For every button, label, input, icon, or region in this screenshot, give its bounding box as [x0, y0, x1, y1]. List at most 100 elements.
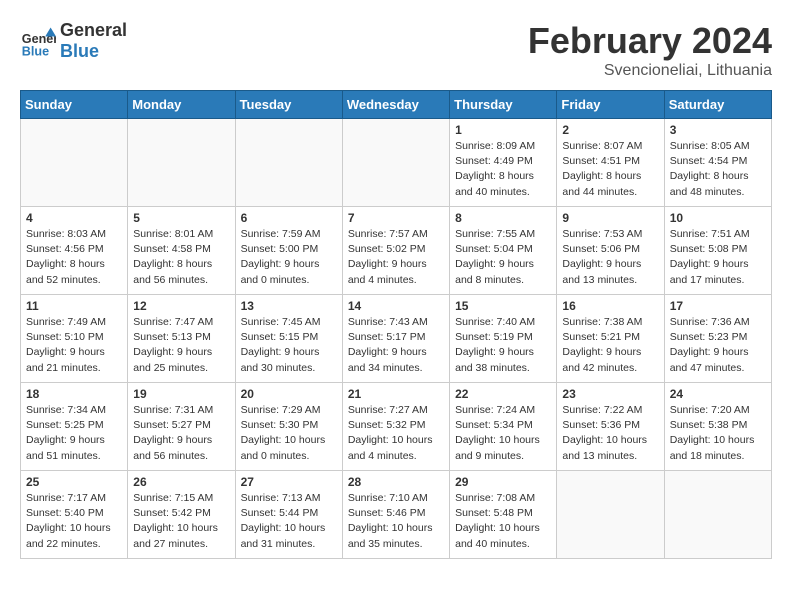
- calendar-cell: [557, 471, 664, 559]
- title-area: February 2024 Svencioneliai, Lithuania: [528, 20, 772, 80]
- day-info: Sunrise: 7:59 AM Sunset: 5:00 PM Dayligh…: [241, 227, 337, 288]
- calendar-cell: 18 Sunrise: 7:34 AM Sunset: 5:25 PM Dayli…: [21, 383, 128, 471]
- logo-icon: General Blue: [20, 23, 56, 59]
- calendar-cell: 13 Sunrise: 7:45 AM Sunset: 5:15 PM Dayli…: [235, 295, 342, 383]
- day-info: Sunrise: 7:38 AM Sunset: 5:21 PM Dayligh…: [562, 315, 658, 376]
- day-info: Sunrise: 7:13 AM Sunset: 5:44 PM Dayligh…: [241, 491, 337, 552]
- day-info: Sunrise: 7:22 AM Sunset: 5:36 PM Dayligh…: [562, 403, 658, 464]
- day-info: Sunrise: 7:57 AM Sunset: 5:02 PM Dayligh…: [348, 227, 444, 288]
- calendar-cell: 24 Sunrise: 7:20 AM Sunset: 5:38 PM Dayli…: [664, 383, 771, 471]
- calendar-cell: 27 Sunrise: 7:13 AM Sunset: 5:44 PM Dayli…: [235, 471, 342, 559]
- calendar-table: SundayMondayTuesdayWednesdayThursdayFrid…: [20, 90, 772, 559]
- day-info: Sunrise: 8:07 AM Sunset: 4:51 PM Dayligh…: [562, 139, 658, 200]
- calendar-cell: 26Sunrise: 7:15 AM Sunset: 5:42 PM Dayli…: [128, 471, 235, 559]
- weekday-header-wednesday: Wednesday: [342, 91, 449, 119]
- weekday-header-tuesday: Tuesday: [235, 91, 342, 119]
- day-info: Sunrise: 7:45 AM Sunset: 5:15 PM Dayligh…: [241, 315, 337, 376]
- day-info: Sunrise: 7:49 AM Sunset: 5:10 PM Dayligh…: [26, 315, 122, 376]
- calendar-cell: 2 Sunrise: 8:07 AM Sunset: 4:51 PM Daylig…: [557, 119, 664, 207]
- weekday-header-monday: Monday: [128, 91, 235, 119]
- calendar-cell: 3 Sunrise: 8:05 AM Sunset: 4:54 PM Daylig…: [664, 119, 771, 207]
- day-number: 21: [348, 387, 444, 401]
- day-info: Sunrise: 7:08 AM Sunset: 5:48 PM Dayligh…: [455, 491, 551, 552]
- weekday-header-friday: Friday: [557, 91, 664, 119]
- calendar-cell: [235, 119, 342, 207]
- day-info: Sunrise: 8:09 AM Sunset: 4:49 PM Dayligh…: [455, 139, 551, 200]
- day-number: 14: [348, 299, 444, 313]
- day-info: Sunrise: 7:34 AM Sunset: 5:25 PM Dayligh…: [26, 403, 122, 464]
- weekday-header-sunday: Sunday: [21, 91, 128, 119]
- day-number: 6: [241, 211, 337, 225]
- day-number: 27: [241, 475, 337, 489]
- day-number: 12: [133, 299, 229, 313]
- day-info: Sunrise: 7:53 AM Sunset: 5:06 PM Dayligh…: [562, 227, 658, 288]
- day-number: 13: [241, 299, 337, 313]
- day-info: Sunrise: 8:05 AM Sunset: 4:54 PM Dayligh…: [670, 139, 766, 200]
- day-info: Sunrise: 7:24 AM Sunset: 5:34 PM Dayligh…: [455, 403, 551, 464]
- day-number: 4: [26, 211, 122, 225]
- calendar-cell: 7 Sunrise: 7:57 AM Sunset: 5:02 PM Daylig…: [342, 207, 449, 295]
- calendar-cell: [128, 119, 235, 207]
- week-row-1: 1 Sunrise: 8:09 AM Sunset: 4:49 PM Daylig…: [21, 119, 772, 207]
- day-info: Sunrise: 7:51 AM Sunset: 5:08 PM Dayligh…: [670, 227, 766, 288]
- calendar-cell: 4 Sunrise: 8:03 AM Sunset: 4:56 PM Daylig…: [21, 207, 128, 295]
- week-row-5: 25Sunrise: 7:17 AM Sunset: 5:40 PM Dayli…: [21, 471, 772, 559]
- calendar-cell: 15 Sunrise: 7:40 AM Sunset: 5:19 PM Dayli…: [450, 295, 557, 383]
- calendar-cell: 8 Sunrise: 7:55 AM Sunset: 5:04 PM Daylig…: [450, 207, 557, 295]
- calendar-cell: 17 Sunrise: 7:36 AM Sunset: 5:23 PM Dayli…: [664, 295, 771, 383]
- day-number: 7: [348, 211, 444, 225]
- day-number: 5: [133, 211, 229, 225]
- day-info: Sunrise: 8:03 AM Sunset: 4:56 PM Dayligh…: [26, 227, 122, 288]
- calendar-cell: 1 Sunrise: 8:09 AM Sunset: 4:49 PM Daylig…: [450, 119, 557, 207]
- day-number: 3: [670, 123, 766, 137]
- calendar-cell: 29 Sunrise: 7:08 AM Sunset: 5:48 PM Dayli…: [450, 471, 557, 559]
- day-number: 22: [455, 387, 551, 401]
- day-info: Sunrise: 7:20 AM Sunset: 5:38 PM Dayligh…: [670, 403, 766, 464]
- day-info: Sunrise: 7:36 AM Sunset: 5:23 PM Dayligh…: [670, 315, 766, 376]
- day-number: 15: [455, 299, 551, 313]
- calendar-cell: 25Sunrise: 7:17 AM Sunset: 5:40 PM Dayli…: [21, 471, 128, 559]
- day-info: Sunrise: 7:15 AM Sunset: 5:42 PM Dayligh…: [133, 491, 229, 552]
- calendar-cell: 11 Sunrise: 7:49 AM Sunset: 5:10 PM Dayli…: [21, 295, 128, 383]
- calendar-cell: 23 Sunrise: 7:22 AM Sunset: 5:36 PM Dayli…: [557, 383, 664, 471]
- day-info: Sunrise: 7:10 AM Sunset: 5:46 PM Dayligh…: [348, 491, 444, 552]
- day-number: 17: [670, 299, 766, 313]
- calendar-cell: [342, 119, 449, 207]
- calendar-cell: 6 Sunrise: 7:59 AM Sunset: 5:00 PM Daylig…: [235, 207, 342, 295]
- week-row-4: 18 Sunrise: 7:34 AM Sunset: 5:25 PM Dayli…: [21, 383, 772, 471]
- calendar-cell: 22 Sunrise: 7:24 AM Sunset: 5:34 PM Dayli…: [450, 383, 557, 471]
- day-info: Sunrise: 7:47 AM Sunset: 5:13 PM Dayligh…: [133, 315, 229, 376]
- calendar-cell: 5Sunrise: 8:01 AM Sunset: 4:58 PM Daylig…: [128, 207, 235, 295]
- day-number: 23: [562, 387, 658, 401]
- day-number: 18: [26, 387, 122, 401]
- day-number: 29: [455, 475, 551, 489]
- day-number: 10: [670, 211, 766, 225]
- calendar-cell: 28Sunrise: 7:10 AM Sunset: 5:46 PM Dayli…: [342, 471, 449, 559]
- day-info: Sunrise: 7:27 AM Sunset: 5:32 PM Dayligh…: [348, 403, 444, 464]
- day-info: Sunrise: 7:40 AM Sunset: 5:19 PM Dayligh…: [455, 315, 551, 376]
- day-number: 9: [562, 211, 658, 225]
- logo: General Blue General Blue: [20, 20, 127, 62]
- calendar-cell: 21 Sunrise: 7:27 AM Sunset: 5:32 PM Dayli…: [342, 383, 449, 471]
- calendar-cell: 20Sunrise: 7:29 AM Sunset: 5:30 PM Dayli…: [235, 383, 342, 471]
- day-number: 11: [26, 299, 122, 313]
- weekday-header-thursday: Thursday: [450, 91, 557, 119]
- day-number: 2: [562, 123, 658, 137]
- svg-text:Blue: Blue: [22, 44, 49, 58]
- day-number: 25: [26, 475, 122, 489]
- logo-general: General: [60, 20, 127, 41]
- day-number: 24: [670, 387, 766, 401]
- calendar-cell: 14Sunrise: 7:43 AM Sunset: 5:17 PM Dayli…: [342, 295, 449, 383]
- week-row-2: 4 Sunrise: 8:03 AM Sunset: 4:56 PM Daylig…: [21, 207, 772, 295]
- day-number: 19: [133, 387, 229, 401]
- month-title: February 2024: [528, 20, 772, 62]
- calendar-cell: 12 Sunrise: 7:47 AM Sunset: 5:13 PM Dayli…: [128, 295, 235, 383]
- day-info: Sunrise: 7:55 AM Sunset: 5:04 PM Dayligh…: [455, 227, 551, 288]
- weekday-header-saturday: Saturday: [664, 91, 771, 119]
- weekday-header-row: SundayMondayTuesdayWednesdayThursdayFrid…: [21, 91, 772, 119]
- location-title: Svencioneliai, Lithuania: [528, 62, 772, 80]
- day-number: 1: [455, 123, 551, 137]
- day-info: Sunrise: 7:31 AM Sunset: 5:27 PM Dayligh…: [133, 403, 229, 464]
- calendar-cell: 9 Sunrise: 7:53 AM Sunset: 5:06 PM Daylig…: [557, 207, 664, 295]
- day-number: 8: [455, 211, 551, 225]
